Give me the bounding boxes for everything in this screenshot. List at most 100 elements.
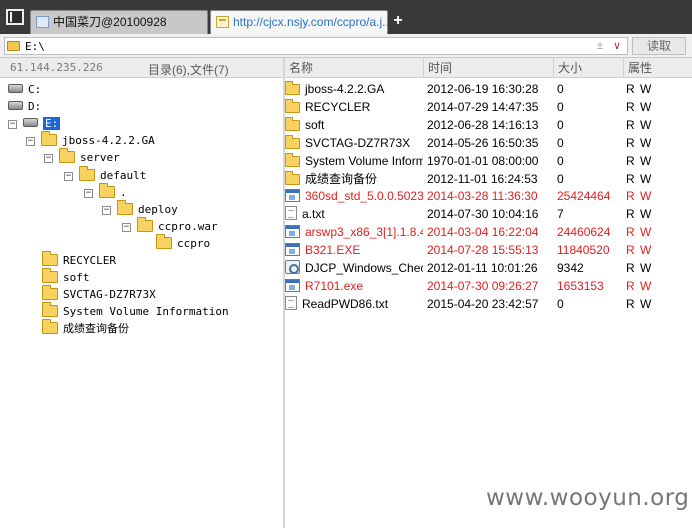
file-row[interactable]: jboss-4.2.2.GA 2012-06-19 16:30:28 0 R W [285, 80, 692, 98]
path-input[interactable]: E:\ ± ∨ [4, 37, 628, 55]
file-time: 2014-03-28 11:36:30 [427, 189, 538, 204]
tree-node[interactable]: −. [84, 182, 127, 201]
left-panel-header: 61.144.235.226 目录(6),文件(7) [0, 58, 283, 78]
file-name-cell: a.txt [285, 205, 423, 223]
text-file-icon [285, 295, 297, 310]
file-name: 360sd_std_5.0.0.5023... [305, 189, 423, 204]
tree-node-label: soft [63, 271, 90, 285]
file-name-cell: jboss-4.2.2.GA [285, 80, 423, 98]
file-row[interactable]: R7101.exe 2014-07-30 09:26:27 1653153 R W [285, 277, 692, 295]
file-name: jboss-4.2.2.GA [305, 82, 385, 96]
file-row[interactable]: a.txt 2014-07-30 10:04:16 7 R W [285, 205, 692, 223]
file-row[interactable]: 成绩查询备份 2012-11-01 16:24:53 0 R W [285, 170, 692, 188]
file-time: 2012-06-19 16:30:28 [427, 82, 539, 96]
column-header-time[interactable]: 时间 [423, 58, 553, 78]
file-name-cell: 360sd_std_5.0.0.5023... [285, 187, 423, 205]
exe-icon [285, 278, 300, 292]
folder-icon [285, 134, 300, 149]
folder-icon [42, 268, 58, 284]
new-tab-button[interactable]: + [390, 11, 406, 31]
file-attr: R W [626, 261, 653, 275]
window-icon [36, 16, 49, 28]
file-name: DJCP_Windows_Chec... [305, 261, 423, 275]
folder-icon [41, 131, 57, 147]
file-name-cell: 成绩查询备份 [285, 170, 423, 188]
tree-node[interactable]: SVCTAG-DZ7R73X [42, 285, 156, 303]
file-name: System Volume Inform... [305, 153, 423, 168]
file-attr: R W [626, 82, 653, 96]
tree-node[interactable]: ccpro [156, 233, 210, 252]
exe-icon [285, 189, 300, 203]
collapse-icon[interactable]: − [84, 188, 93, 198]
file-time: 2014-07-30 09:26:27 [427, 278, 539, 293]
file-size: 9342 [557, 261, 584, 275]
file-size: 0 [557, 296, 564, 311]
collapse-icon[interactable]: − [26, 137, 35, 147]
file-name: 成绩查询备份 [305, 171, 378, 186]
file-name-cell: RECYCLER [285, 98, 423, 116]
collapse-icon[interactable]: − [64, 171, 73, 181]
tree-node[interactable]: soft [42, 268, 90, 286]
column-header-name[interactable]: 名称 [285, 58, 427, 78]
collapse-icon[interactable]: − [8, 120, 17, 130]
file-row[interactable]: SVCTAG-DZ7R73X 2014-05-26 16:50:35 0 R W [285, 134, 692, 152]
exe-icon [285, 225, 300, 239]
folder-icon [42, 251, 58, 266]
folder-icon [285, 98, 300, 113]
tree-node-label: RECYCLER [63, 254, 116, 267]
folder-icon [216, 16, 229, 28]
file-name: a.txt [302, 207, 325, 222]
plus-minus-icon[interactable]: ± [597, 39, 603, 54]
tree-node[interactable]: 成绩查询备份 [42, 319, 129, 337]
file-row[interactable]: 360sd_std_5.0.0.5023... 2014-03-28 11:36:… [285, 187, 692, 205]
file-row[interactable]: DJCP_Windows_Chec... 2012-01-11 10:01:26 9… [285, 259, 692, 277]
tree-node[interactable]: − server [44, 148, 120, 166]
file-attr: R W [626, 207, 653, 222]
tab-caidao[interactable]: 中国菜刀@20100928 [30, 10, 208, 34]
tree-node[interactable]: − deploy [102, 199, 178, 218]
window-toggle-icon[interactable] [6, 9, 24, 25]
tree-node[interactable]: − ccpro.war [122, 216, 218, 235]
tree-node[interactable]: D: [8, 98, 41, 115]
file-time: 2015-04-20 23:42:57 [427, 296, 539, 311]
file-time: 2014-07-29 14:47:35 [427, 99, 539, 114]
collapse-icon[interactable]: − [102, 205, 111, 215]
file-name-cell: B321.EXE [285, 241, 423, 259]
folder-icon [42, 285, 58, 301]
file-attr: R W [626, 296, 653, 311]
tree-node[interactable]: RECYCLER [42, 251, 116, 269]
column-header-size[interactable]: 大小 [553, 58, 623, 78]
file-row[interactable]: ReadPWD86.txt 2015-04-20 23:42:57 0 R W [285, 295, 692, 313]
collapse-icon[interactable]: − [44, 154, 53, 164]
file-size: 0 [557, 153, 564, 168]
directory-tree: C: D: − E: − jboss-4.2.2.GA − server − default −. −… [0, 78, 283, 528]
tab-file-manager[interactable]: http://cjcx.nsjy.com/ccpro/a.j... [210, 10, 388, 34]
file-size: 0 [557, 135, 564, 150]
tree-node[interactable]: − default [64, 165, 146, 184]
file-row[interactable]: RECYCLER 2014-07-29 14:47:35 0 R W [285, 98, 692, 116]
file-row[interactable]: System Volume Inform... 1970-01-01 08:00:… [285, 152, 692, 170]
drive-icon [8, 101, 23, 111]
tree-node[interactable]: − E: [8, 115, 61, 132]
file-size: 0 [557, 171, 564, 186]
text-file-icon [285, 206, 297, 221]
tree-node[interactable]: System Volume Information [42, 302, 229, 320]
read-button[interactable]: 读取 [632, 37, 686, 55]
folder-icon [42, 319, 58, 335]
file-time: 2014-03-04 16:22:04 [427, 225, 539, 240]
file-row[interactable]: soft 2012-06-28 14:16:13 0 R W [285, 116, 692, 134]
collapse-icon[interactable]: − [122, 222, 131, 232]
file-time: 2014-07-30 10:04:16 [427, 207, 539, 222]
column-header-attr[interactable]: 属性 [623, 58, 692, 78]
file-row[interactable]: B321.EXE 2014-07-28 15:55:13 11840520 R W [285, 241, 692, 259]
file-name-cell: arswp3_x86_3[1].1.8.4... [285, 223, 423, 241]
file-size: 11840520 [557, 243, 610, 258]
tree-node-label: deploy [138, 202, 178, 216]
tree-node[interactable]: C: [8, 81, 41, 98]
drive-icon [23, 118, 38, 128]
tree-node-label: C: [28, 83, 42, 96]
file-row[interactable]: arswp3_x86_3[1].1.8.4... 2014-03-04 16:22… [285, 223, 692, 241]
tree-node-label: SVCTAG-DZ7R73X [63, 288, 156, 302]
chevron-down-icon[interactable]: ∨ [613, 39, 621, 54]
tree-node[interactable]: − jboss-4.2.2.GA [26, 131, 155, 149]
